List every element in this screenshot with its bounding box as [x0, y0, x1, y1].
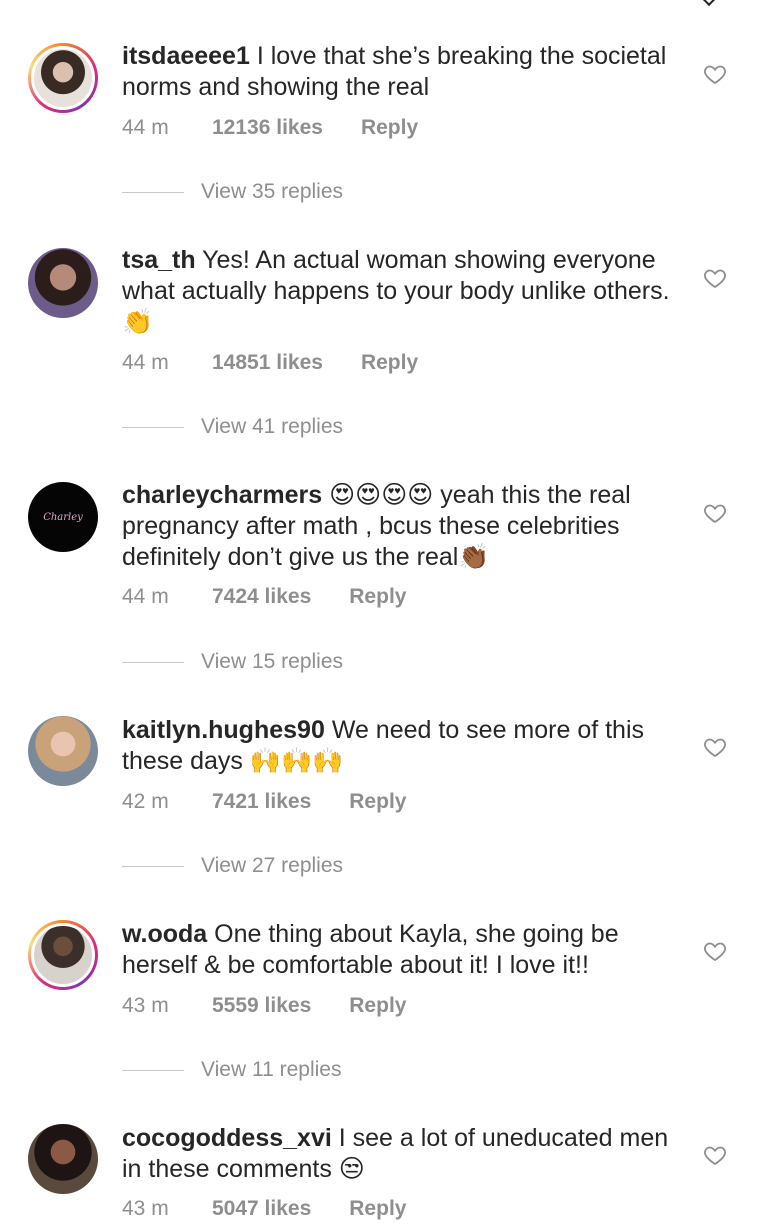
avatar[interactable] [28, 1124, 98, 1194]
comment-username[interactable]: kaitlyn.hughes90 [122, 716, 325, 744]
view-replies-label: View 11 replies [201, 1058, 342, 1081]
reply-button[interactable]: Reply [361, 351, 418, 375]
avatar-logo: Charley [43, 511, 83, 523]
chevron-icon[interactable] [701, 0, 717, 7]
avatar[interactable] [28, 716, 98, 786]
comment-meta: 44 m 12136 likes Reply [122, 116, 418, 140]
reply-button[interactable]: Reply [349, 994, 406, 1018]
reply-button[interactable]: Reply [361, 116, 418, 140]
reply-button[interactable]: Reply [349, 585, 406, 609]
reply-button[interactable]: Reply [349, 1197, 406, 1221]
view-replies-label: View 35 replies [201, 180, 344, 203]
comment-likes[interactable]: 7424 likes [212, 585, 311, 609]
view-replies-label: View 27 replies [201, 854, 344, 877]
comment-meta: 42 m 7421 likes Reply [122, 790, 406, 814]
view-replies-button[interactable]: View 41 replies [122, 415, 343, 439]
heart-outline-icon[interactable] [703, 266, 727, 290]
comment-username[interactable]: w.ooda [122, 920, 207, 948]
comment-time: 43 m [122, 994, 169, 1017]
comment-meta: 43 m 5559 likes Reply [122, 994, 406, 1018]
comment-time: 44 m [122, 351, 169, 374]
avatar[interactable] [28, 43, 98, 113]
comment-text: charleycharmers 😍😍😍😍 yeah this the real … [122, 480, 682, 573]
comment-text: cocogoddess_xvi I see a lot of uneducate… [122, 1123, 682, 1185]
comment-username[interactable]: charleycharmers [122, 481, 322, 509]
comment-time: 44 m [122, 585, 169, 608]
comment-text: kaitlyn.hughes90 We need to see more of … [122, 715, 682, 777]
comment-time: 44 m [122, 116, 169, 139]
avatar[interactable]: Charley [28, 482, 98, 552]
comment-username[interactable]: cocogoddess_xvi [122, 1124, 332, 1152]
avatar[interactable] [28, 248, 98, 318]
comment-likes[interactable]: 12136 likes [212, 116, 323, 140]
avatar[interactable] [28, 920, 98, 990]
view-replies-label: View 15 replies [201, 650, 344, 673]
heart-outline-icon[interactable] [703, 62, 727, 86]
view-replies-button[interactable]: View 35 replies [122, 180, 343, 204]
comment-username[interactable]: tsa_th [122, 246, 196, 274]
divider-line [122, 191, 184, 193]
comment-meta: 44 m 7424 likes Reply [122, 585, 406, 609]
view-replies-button[interactable]: View 15 replies [122, 650, 343, 674]
divider-line [122, 661, 184, 663]
divider-line [122, 865, 184, 867]
view-replies-label: View 41 replies [201, 415, 344, 438]
comment-username[interactable]: itsdaeeee1 [122, 42, 250, 70]
comment-likes[interactable]: 5559 likes [212, 994, 311, 1018]
view-replies-button[interactable]: View 11 replies [122, 1058, 341, 1082]
comment-body: Yes! An actual woman showing everyone wh… [122, 246, 670, 336]
comment-likes[interactable]: 7421 likes [212, 790, 311, 814]
divider-line [122, 426, 184, 428]
view-replies-button[interactable]: View 27 replies [122, 854, 343, 878]
comment-text: w.ooda One thing about Kayla, she going … [122, 919, 682, 981]
comment-time: 42 m [122, 790, 169, 813]
comment-meta: 44 m 14851 likes Reply [122, 351, 418, 375]
comment-time: 43 m [122, 1197, 169, 1220]
divider-line [122, 1069, 184, 1071]
heart-outline-icon[interactable] [703, 501, 727, 525]
comment-text: itsdaeeee1 I love that she’s breaking th… [122, 41, 682, 103]
heart-outline-icon[interactable] [703, 735, 727, 759]
comment-likes[interactable]: 5047 likes [212, 1197, 311, 1221]
heart-outline-icon[interactable] [703, 939, 727, 963]
comments-feed: itsdaeeee1 I love that she’s breaking th… [0, 0, 768, 1230]
comment-meta: 43 m 5047 likes Reply [122, 1197, 406, 1221]
comment-text: tsa_th Yes! An actual woman showing ever… [122, 245, 682, 338]
reply-button[interactable]: Reply [349, 790, 406, 814]
heart-outline-icon[interactable] [703, 1143, 727, 1167]
comment-likes[interactable]: 14851 likes [212, 351, 323, 375]
